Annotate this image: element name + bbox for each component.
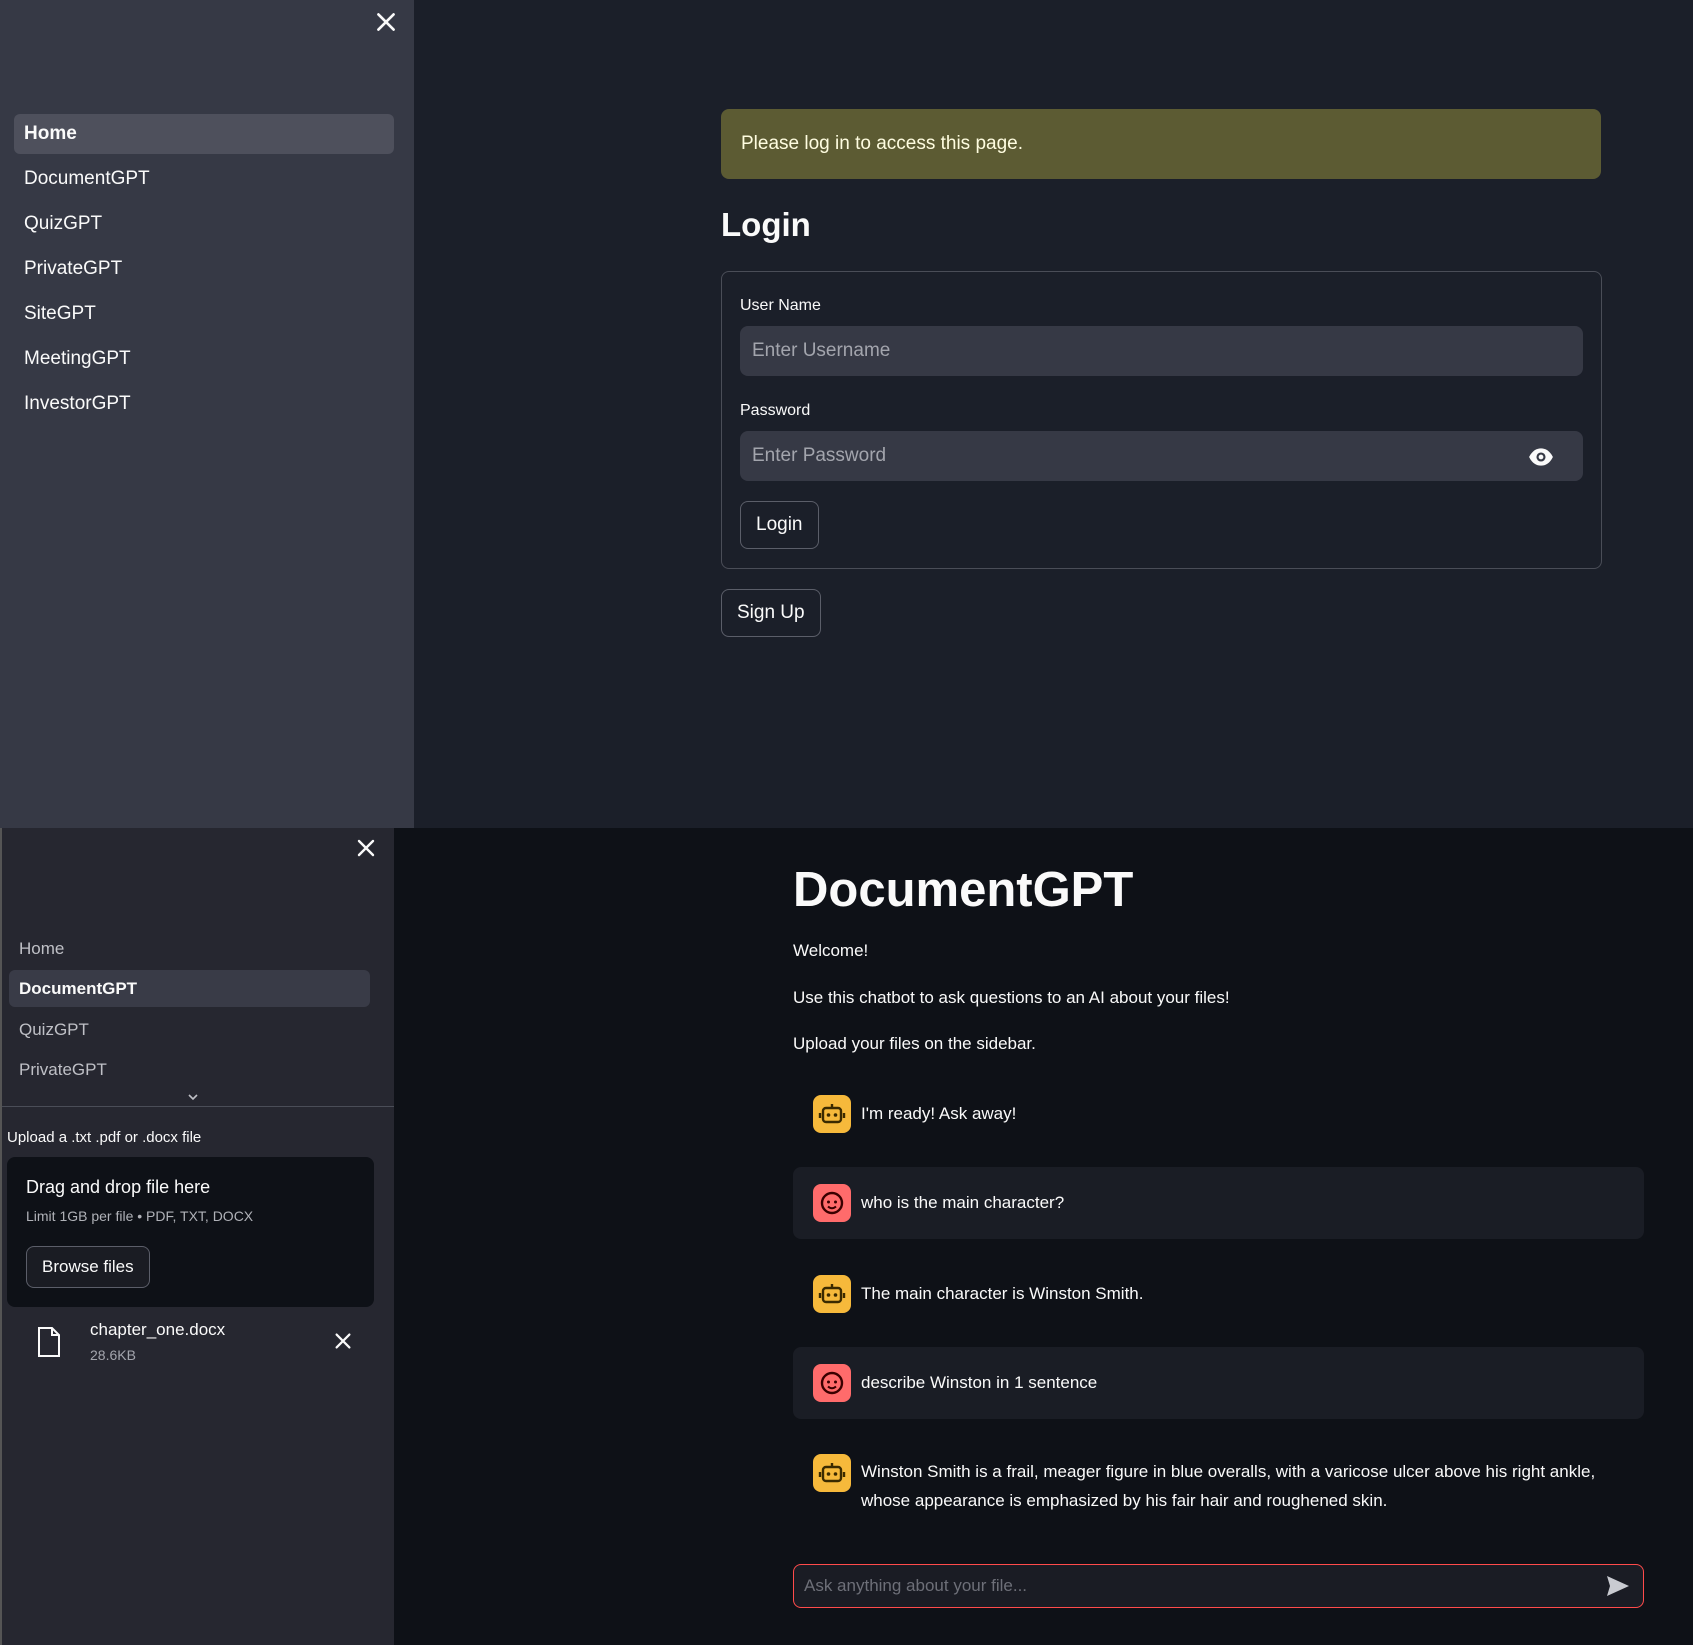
sidebar: Home DocumentGPT QuizGPT PrivateGPT Site… xyxy=(0,0,414,828)
remove-file-button[interactable] xyxy=(332,1330,354,1352)
sidebar-divider xyxy=(2,1106,394,1107)
close-sidebar-button[interactable] xyxy=(373,9,399,35)
dropzone-title: Drag and drop file here xyxy=(26,1177,211,1197)
upload-hint-text: Upload your files on the sidebar. xyxy=(793,1034,1036,1053)
chat-input[interactable] xyxy=(793,1564,1644,1608)
close-icon xyxy=(335,1333,351,1349)
login-required-alert: Please log in to access this page. xyxy=(721,109,1601,179)
sidebar-item-investorgpt[interactable]: InvestorGPT xyxy=(14,384,394,424)
eye-icon xyxy=(1529,448,1553,466)
chevron-down-icon xyxy=(188,1094,198,1101)
close-icon xyxy=(377,13,395,31)
sidebar-item-privategpt[interactable]: PrivateGPT xyxy=(9,1051,370,1088)
login-form xyxy=(721,271,1602,569)
sidebar-item-home[interactable]: Home xyxy=(14,114,394,154)
message-text: The main character is Winston Smith. xyxy=(861,1284,1144,1303)
robot-icon xyxy=(813,1095,851,1133)
sidebar-item-home[interactable]: Home xyxy=(9,930,370,967)
sidebar-item-quizgpt[interactable]: QuizGPT xyxy=(9,1011,370,1048)
show-password-button[interactable] xyxy=(1528,444,1554,470)
uploaded-file-name: chapter_one.docx xyxy=(90,1320,226,1339)
password-input[interactable] xyxy=(740,431,1583,481)
message-text: describe Winston in 1 sentence xyxy=(861,1373,1098,1392)
face-icon xyxy=(813,1184,851,1222)
robot-icon xyxy=(813,1454,851,1492)
page-title: DocumentGPT xyxy=(793,863,1134,917)
username-label: User Name xyxy=(740,297,821,314)
sidebar-item-quizgpt[interactable]: QuizGPT xyxy=(14,204,394,244)
login-heading: Login xyxy=(721,206,811,243)
send-button[interactable] xyxy=(1605,1574,1631,1598)
signup-button[interactable]: Sign Up xyxy=(721,589,821,637)
message-text: who is the main character? xyxy=(861,1193,1065,1212)
sidebar-item-privategpt[interactable]: PrivateGPT xyxy=(14,249,394,289)
dropzone-limit: Limit 1GB per file • PDF, TXT, DOCX xyxy=(26,1208,254,1224)
welcome-text: Welcome! xyxy=(793,941,869,960)
message-text: I'm ready! Ask away! xyxy=(861,1104,1017,1123)
chat-message-human: who is the main character? xyxy=(793,1167,1644,1239)
robot-icon xyxy=(813,1275,851,1313)
close-icon xyxy=(357,839,375,857)
chat-message-human: describe Winston in 1 sentence xyxy=(793,1347,1644,1419)
login-screen: Home DocumentGPT QuizGPT PrivateGPT Site… xyxy=(0,0,1693,828)
login-button[interactable]: Login xyxy=(740,501,819,549)
uploaded-file-size: 28.6KB xyxy=(90,1347,136,1363)
face-icon xyxy=(813,1364,851,1402)
chat-message-ai: The main character is Winston Smith. xyxy=(793,1267,1644,1321)
file-icon xyxy=(36,1326,62,1358)
intro-text: Use this chatbot to ask questions to an … xyxy=(793,988,1230,1007)
message-text: Winston Smith is a frail, meager figure … xyxy=(861,1462,1596,1510)
chat-message-ai: I'm ready! Ask away! xyxy=(793,1087,1644,1141)
sidebar-item-sitegpt[interactable]: SiteGPT xyxy=(14,294,394,334)
sidebar-item-documentgpt[interactable]: DocumentGPT xyxy=(9,970,370,1007)
send-icon xyxy=(1607,1576,1629,1596)
browse-files-button[interactable]: Browse files xyxy=(26,1246,150,1288)
chat-message-ai: Winston Smith is a frail, meager figure … xyxy=(793,1446,1644,1518)
expand-nav-button[interactable] xyxy=(185,1090,201,1102)
sidebar-item-meetinggpt[interactable]: MeetingGPT xyxy=(14,339,394,379)
password-label: Password xyxy=(740,402,811,419)
username-input[interactable] xyxy=(740,326,1583,376)
sidebar-item-documentgpt[interactable]: DocumentGPT xyxy=(14,159,394,199)
close-sidebar-button[interactable] xyxy=(354,836,378,860)
upload-label: Upload a .txt .pdf or .docx file xyxy=(7,1129,202,1146)
